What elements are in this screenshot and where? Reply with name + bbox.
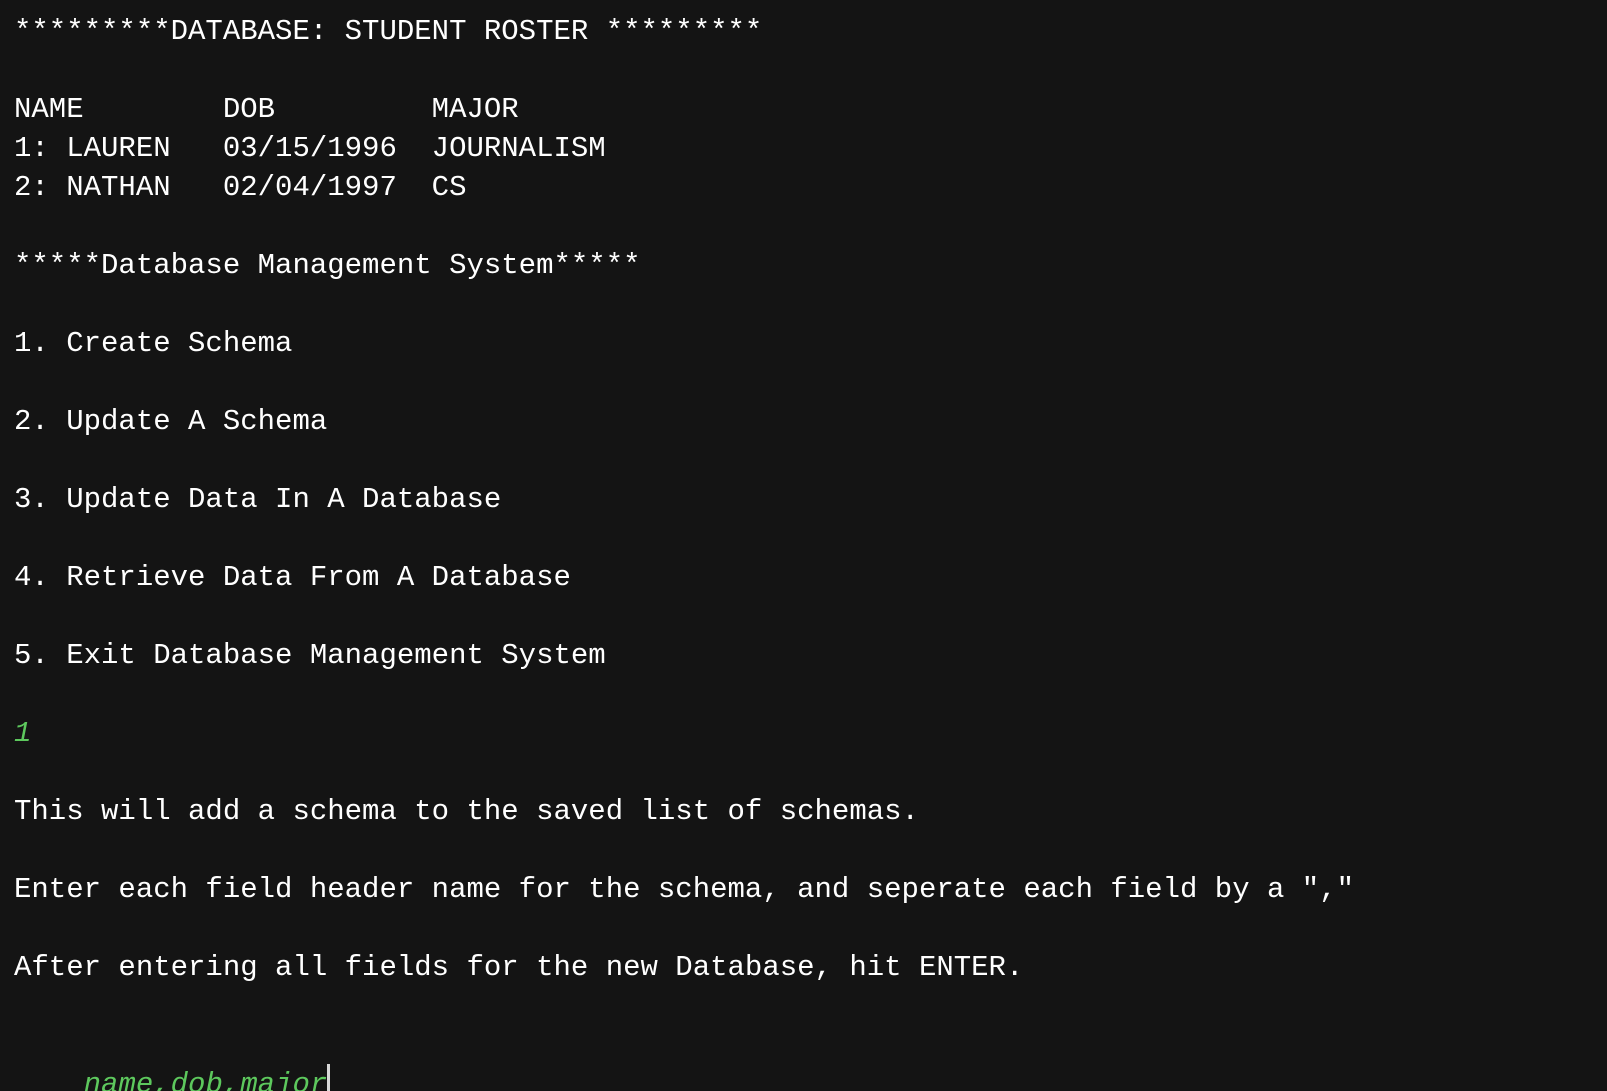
text-cursor xyxy=(327,1064,331,1091)
instruction-message: Enter each field header name for the sch… xyxy=(14,873,1355,906)
menu-item-update-data: 3. Update Data In A Database xyxy=(14,483,502,516)
terminal-window[interactable]: *********DATABASE: STUDENT ROSTER ******… xyxy=(0,0,1607,1091)
user-menu-choice: 1 xyxy=(14,717,32,750)
menu-item-create-schema: 1. Create Schema xyxy=(14,327,293,360)
database-banner: *********DATABASE: STUDENT ROSTER ******… xyxy=(14,15,763,48)
roster-header: NAME DOB MAJOR xyxy=(14,93,519,126)
roster-row: 2: NATHAN 02/04/1997 CS xyxy=(14,171,467,204)
menu-item-exit: 5. Exit Database Management System xyxy=(14,639,606,672)
menu-item-update-schema: 2. Update A Schema xyxy=(14,405,328,438)
info-message: This will add a schema to the saved list… xyxy=(14,795,919,828)
instruction-message: After entering all fields for the new Da… xyxy=(14,951,1024,984)
menu-item-retrieve-data: 4. Retrieve Data From A Database xyxy=(14,561,571,594)
roster-row: 1: LAUREN 03/15/1996 JOURNALISM xyxy=(14,132,606,165)
menu-title: *****Database Management System***** xyxy=(14,249,641,282)
schema-fields-input[interactable]: name,dob,major xyxy=(84,1068,328,1091)
input-line[interactable]: name,dob,major xyxy=(14,1028,331,1091)
